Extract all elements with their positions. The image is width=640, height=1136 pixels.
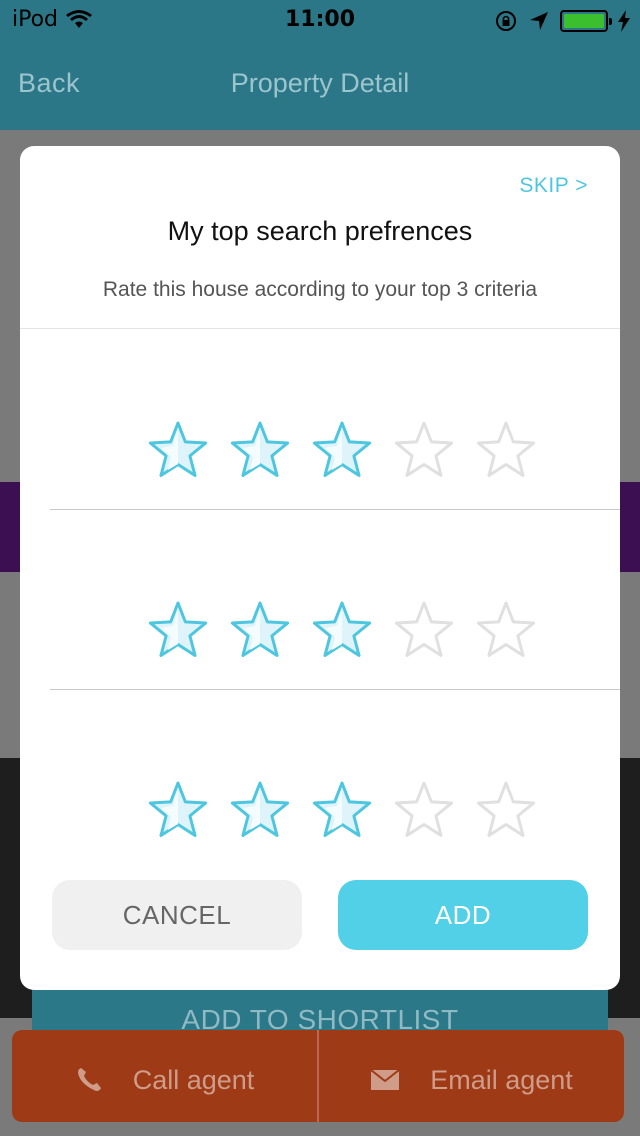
skip-button[interactable]: SKIP >	[519, 174, 588, 198]
header-divider	[20, 328, 620, 329]
star-filled-icon[interactable]	[310, 598, 374, 662]
orientation-lock-icon	[496, 11, 516, 31]
rating-row-1	[146, 418, 538, 482]
rating-row-3	[146, 778, 538, 842]
star-filled-icon[interactable]	[228, 778, 292, 842]
add-button[interactable]: ADD	[338, 880, 588, 950]
battery-indicator	[560, 10, 612, 32]
page-title: Property Detail	[230, 68, 410, 98]
mail-icon	[370, 1069, 400, 1090]
preferences-rating-dialog: SKIP > My top search prefrences Rate thi…	[20, 146, 620, 990]
star-empty-icon[interactable]	[474, 598, 538, 662]
star-filled-icon[interactable]	[228, 598, 292, 662]
star-empty-icon[interactable]	[392, 598, 456, 662]
charging-bolt-icon	[618, 10, 630, 32]
star-empty-icon[interactable]	[392, 418, 456, 482]
status-bar: iPod 11:00	[0, 0, 640, 40]
star-empty-icon[interactable]	[474, 778, 538, 842]
star-filled-icon[interactable]	[146, 778, 210, 842]
cancel-button[interactable]: CANCEL	[52, 880, 302, 950]
star-empty-icon[interactable]	[474, 418, 538, 482]
star-filled-icon[interactable]	[310, 418, 374, 482]
navigation-bar: Back Property Detail	[0, 40, 640, 130]
email-agent-button[interactable]: Email agent	[317, 1030, 624, 1122]
dialog-title: My top search prefrences	[167, 216, 473, 246]
battery-fill	[564, 14, 604, 28]
email-agent-label: Email agent	[430, 1064, 573, 1095]
star-empty-icon[interactable]	[392, 778, 456, 842]
star-filled-icon[interactable]	[146, 598, 210, 662]
phone-icon	[77, 1068, 101, 1091]
call-agent-button[interactable]: Call agent	[12, 1030, 317, 1122]
dialog-subtitle: Rate this house according to your top 3 …	[102, 278, 538, 301]
star-filled-icon[interactable]	[228, 418, 292, 482]
star-filled-icon[interactable]	[310, 778, 374, 842]
agent-contact-bar: Call agent Email agent	[12, 1030, 624, 1122]
star-filled-icon[interactable]	[146, 418, 210, 482]
call-agent-label: Call agent	[132, 1064, 255, 1095]
rating-divider	[50, 509, 620, 510]
location-arrow-icon	[530, 12, 548, 30]
rating-row-2	[146, 598, 538, 662]
rating-divider	[50, 689, 620, 690]
